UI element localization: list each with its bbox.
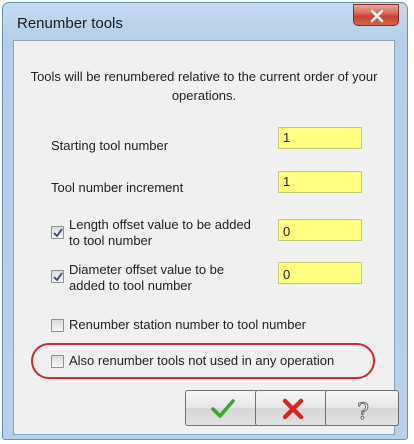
diameter-offset-label-line1: Diameter offset value to be — [69, 262, 225, 277]
tool-number-increment-input[interactable] — [278, 171, 362, 193]
starting-tool-number-input[interactable] — [278, 127, 362, 149]
question-mark-icon: ? — [357, 400, 370, 423]
close-icon — [370, 9, 384, 23]
renumber-station-label: Renumber station number to tool number — [69, 317, 307, 332]
checkmark-icon — [53, 272, 63, 282]
renumber-unused-tools-checkbox[interactable] — [51, 355, 64, 368]
window-title: Renumber tools — [17, 15, 123, 32]
length-offset-input[interactable] — [278, 219, 362, 241]
svg-text:?: ? — [357, 400, 369, 422]
close-button[interactable] — [353, 4, 399, 26]
checkmark-icon — [53, 228, 63, 238]
diameter-offset-checkbox[interactable] — [51, 270, 64, 283]
renumber-unused-tools-label: Also renumber tools not used in any oper… — [69, 353, 335, 368]
tool-number-increment-label: Tool number increment — [51, 180, 184, 195]
starting-tool-number-label: Starting tool number — [51, 138, 169, 153]
title-bar[interactable]: Renumber tools — [3, 3, 407, 39]
renumber-station-checkbox[interactable] — [51, 319, 64, 332]
diameter-offset-input[interactable] — [278, 262, 362, 284]
length-offset-label-line1: Length offset value to be added — [69, 217, 251, 232]
length-offset-checkbox[interactable] — [51, 226, 64, 239]
renumber-tools-dialog: Renumber tools Tools will be renumbered … — [2, 2, 408, 440]
length-offset-label-line2: to tool number — [69, 233, 153, 248]
red-x-icon — [282, 398, 304, 420]
intro-text: Tools will be renumbered relative to the… — [30, 69, 378, 103]
help-button[interactable]: ? — [325, 390, 399, 426]
ok-button[interactable] — [185, 390, 259, 426]
cancel-button[interactable] — [255, 390, 329, 426]
diameter-offset-label-line2: added to tool number — [69, 278, 192, 293]
green-checkmark-icon — [211, 399, 235, 418]
dialog-body: Tools will be renumbered relative to the… — [13, 40, 399, 435]
